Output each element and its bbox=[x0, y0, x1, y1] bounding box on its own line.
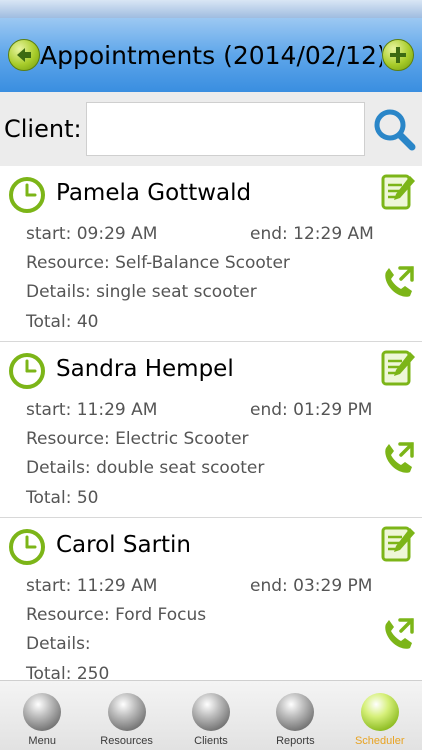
resource-text: Resource: Electric Scooter bbox=[26, 429, 249, 449]
nav-item-resources[interactable]: Resources bbox=[85, 681, 169, 747]
details-text: Details: double seat scooter bbox=[26, 458, 265, 478]
clock-icon bbox=[9, 353, 45, 389]
add-appointment-button[interactable] bbox=[382, 39, 414, 71]
clients-ball-icon bbox=[191, 693, 230, 731]
scheduler-ball-icon bbox=[360, 693, 399, 731]
start-time: start: 09:29 AM bbox=[26, 224, 158, 244]
client-search-input[interactable] bbox=[85, 102, 366, 156]
nav-label: Clients bbox=[194, 735, 228, 747]
start-time: start: 11:29 AM bbox=[26, 576, 158, 596]
total-text: Total: 40 bbox=[26, 312, 99, 332]
search-icon bbox=[374, 109, 416, 151]
appointment-card[interactable]: Sandra Hempel start: 11:29 AM end: 01:29… bbox=[0, 342, 422, 518]
appointment-list[interactable]: Pamela Gottwald start: 09:29 AM end: 12:… bbox=[0, 166, 422, 680]
edit-icon[interactable] bbox=[380, 524, 416, 564]
details-text: Details: single seat scooter bbox=[26, 282, 257, 302]
app-header: Appointments (2014/02/12) bbox=[0, 18, 422, 92]
reports-ball-icon bbox=[276, 693, 315, 731]
resource-text: Resource: Self-Balance Scooter bbox=[26, 253, 290, 273]
nav-item-menu[interactable]: Menu bbox=[0, 681, 84, 747]
client-name: Carol Sartin bbox=[56, 532, 192, 558]
bottom-nav: Menu Resources Clients Reports Scheduler bbox=[0, 680, 422, 750]
nav-item-scheduler[interactable]: Scheduler bbox=[338, 681, 422, 747]
appointment-card[interactable]: Carol Sartin start: 11:29 AM end: 03:29 … bbox=[0, 518, 422, 680]
page-title: Appointments (2014/02/12) bbox=[40, 40, 382, 70]
start-time: start: 11:29 AM bbox=[26, 400, 158, 420]
nav-item-clients[interactable]: Clients bbox=[169, 681, 253, 747]
end-time: end: 03:29 PM bbox=[250, 576, 373, 596]
resource-text: Resource: Ford Focus bbox=[26, 605, 207, 625]
total-text: Total: 50 bbox=[26, 488, 99, 508]
client-name: Pamela Gottwald bbox=[56, 180, 252, 206]
nav-label: Reports bbox=[276, 735, 315, 747]
call-icon[interactable] bbox=[380, 264, 416, 302]
prev-day-button[interactable] bbox=[8, 39, 40, 71]
nav-label: Resources bbox=[100, 735, 153, 747]
call-icon[interactable] bbox=[380, 440, 416, 478]
clock-icon bbox=[9, 177, 45, 213]
edit-icon[interactable] bbox=[380, 172, 416, 212]
clock-icon bbox=[9, 529, 45, 565]
appointment-card[interactable]: Pamela Gottwald start: 09:29 AM end: 12:… bbox=[0, 166, 422, 342]
menu-ball-icon bbox=[23, 693, 62, 731]
call-icon[interactable] bbox=[380, 616, 416, 654]
plus-icon bbox=[390, 47, 406, 63]
edit-icon[interactable] bbox=[380, 348, 416, 388]
client-label: Client: bbox=[4, 115, 82, 143]
details-text: Details: bbox=[26, 634, 91, 654]
nav-label: Scheduler bbox=[354, 735, 405, 747]
resources-ball-icon bbox=[107, 693, 146, 731]
nav-label: Menu bbox=[28, 735, 56, 747]
total-text: Total: 250 bbox=[26, 664, 110, 680]
nav-item-reports[interactable]: Reports bbox=[253, 681, 337, 747]
status-strip bbox=[0, 0, 422, 18]
client-filter-row: Client: bbox=[0, 92, 422, 166]
arrow-left-icon bbox=[17, 48, 31, 62]
client-name: Sandra Hempel bbox=[56, 356, 234, 382]
end-time: end: 12:29 AM bbox=[250, 224, 374, 244]
search-button[interactable] bbox=[369, 104, 418, 154]
end-time: end: 01:29 PM bbox=[250, 400, 373, 420]
